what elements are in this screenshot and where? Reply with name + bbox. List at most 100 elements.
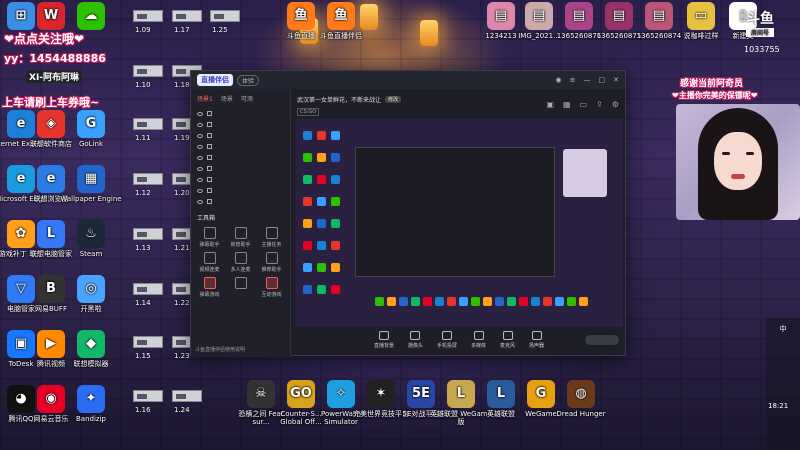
douyu-companion-icon: 鱼 (327, 2, 355, 30)
visibility-icon[interactable] (197, 155, 203, 160)
tool-button[interactable]: 多人连麦 (226, 252, 255, 273)
desktop-icon[interactable]: 鱼斗鱼直播伴侣 (310, 2, 372, 40)
thumbnail-label: 1.20 (174, 189, 190, 197)
photo-thumbnail-icon[interactable] (133, 390, 163, 402)
stream-preview[interactable] (295, 119, 623, 327)
source-row[interactable] (191, 130, 290, 141)
source-row[interactable] (191, 174, 290, 185)
desktop-icon-label: 开黑啦 (80, 305, 102, 313)
visibility-icon[interactable] (197, 199, 203, 204)
control-button[interactable]: 麦克风 (500, 331, 515, 349)
preview-app-icon (375, 297, 384, 306)
layout-icon[interactable]: ▣ (546, 100, 554, 109)
tool-button[interactable]: 房管助手 (226, 227, 255, 248)
desktop-icon[interactable]: ☁ (60, 2, 122, 32)
tab-add[interactable]: 可添 (241, 94, 253, 103)
photo-thumbnail-icon[interactable] (133, 118, 163, 130)
desktop-icon[interactable]: ◎ 开黑啦 (60, 275, 122, 313)
preview-app-icon (303, 263, 312, 272)
desktop-icon[interactable]: ♨ Steam (60, 220, 122, 258)
overlay-badge: XI-阿布阿琳 (26, 70, 83, 83)
screen-icon[interactable]: ▭ (580, 100, 588, 109)
douyu-companion-window[interactable]: 直播伴侣 体验 ◉ ≡ — □ ✕ 场景1 场景 可添 工具箱 弹幕助手 房管助手… (190, 70, 626, 357)
photo-thumbnail-icon[interactable] (133, 173, 163, 185)
visibility-icon[interactable] (197, 177, 203, 182)
source-row[interactable] (191, 163, 290, 174)
avatar-icon[interactable]: ◉ (556, 76, 562, 84)
tool-label: 推荐助手 (261, 267, 282, 273)
source-row[interactable] (191, 196, 290, 207)
thumbnail-label: 1.25 (212, 26, 228, 34)
thumbnail-label: 1.16 (135, 406, 151, 414)
thumbnail-label: 1.21 (174, 244, 190, 252)
source-row[interactable] (191, 141, 290, 152)
window-titlebar[interactable]: 直播伴侣 体验 ◉ ≡ — □ ✕ (191, 71, 625, 89)
photo-thumbnail-icon[interactable] (133, 336, 163, 348)
edit-topic-button[interactable]: 修改 (385, 96, 402, 103)
preview-app-icon (317, 175, 326, 184)
visibility-icon[interactable] (197, 144, 203, 149)
desktop-icon[interactable]: G GoLink (60, 110, 122, 148)
maximize-icon[interactable]: □ (599, 76, 606, 84)
tool-icon (234, 252, 247, 264)
desktop-icon[interactable]: ✦ Bandizip (60, 385, 122, 423)
photo-thumbnail-icon[interactable] (133, 228, 163, 240)
desktop-icon[interactable]: ◆ 联想模拟器 (60, 330, 122, 368)
photo-thumbnail-icon[interactable] (172, 390, 202, 402)
visibility-icon[interactable] (197, 166, 203, 171)
tool-button[interactable]: 弹幕助手 (195, 227, 224, 248)
visibility-icon[interactable] (197, 111, 203, 116)
visibility-icon[interactable] (197, 122, 203, 127)
photo-thumbnail-icon[interactable] (133, 283, 163, 295)
settings-icon[interactable]: ⚙ (612, 100, 619, 109)
share-icon[interactable]: ⇪ (596, 100, 603, 109)
visibility-icon[interactable] (197, 133, 203, 138)
tool-button[interactable]: 互动游戏 (257, 277, 286, 298)
tray-item[interactable]: 中 (766, 324, 800, 334)
tool-button[interactable] (226, 277, 255, 298)
photo-thumbnail-icon[interactable] (210, 10, 240, 22)
preview-app-icon (483, 297, 492, 306)
start-live-button[interactable] (585, 335, 619, 345)
preview-app-icon (317, 241, 326, 250)
photo-thumbnail-icon[interactable] (133, 10, 163, 22)
tool-button[interactable]: 视频连麦 (195, 252, 224, 273)
control-button[interactable]: 扬声器 (529, 331, 544, 349)
control-button[interactable]: 直播背景 (374, 331, 394, 349)
control-button[interactable]: 多媒体 (471, 331, 486, 349)
category-badge[interactable]: CS:GO (297, 108, 320, 116)
photo-thumbnail-icon[interactable] (172, 10, 202, 22)
usage-note[interactable]: 斗鱼直播伴侣使用说明 (195, 346, 245, 353)
tab-scene-1[interactable]: 场景1 (197, 94, 213, 103)
preview-app-icon (317, 197, 326, 206)
menu-icon[interactable]: ≡ (570, 76, 576, 84)
close-icon[interactable]: ✕ (613, 76, 619, 84)
minimize-icon[interactable]: — (584, 76, 591, 84)
source-row[interactable] (191, 152, 290, 163)
tab-scene[interactable]: 场景 (221, 94, 233, 103)
grid-icon[interactable]: ▦ (563, 100, 571, 109)
preview-app-icon (331, 131, 340, 140)
overlay-follow-text: ❤点点关注哦❤ (4, 32, 85, 46)
photo-icon: ▤ (645, 2, 673, 30)
desktop-icon-label: 联想模拟器 (73, 360, 109, 368)
control-button[interactable]: 摄像头 (408, 331, 423, 349)
control-icon (410, 331, 421, 340)
visibility-icon[interactable] (197, 188, 203, 193)
tool-label: 弹幕游戏 (199, 292, 220, 298)
source-row[interactable] (191, 108, 290, 119)
tool-button[interactable]: 主播任务 (257, 227, 286, 248)
clock[interactable]: 18:21 (768, 402, 788, 410)
photo-thumbnail-icon[interactable] (133, 65, 163, 77)
tool-button[interactable]: 推荐助手 (257, 252, 286, 273)
source-icon (207, 177, 212, 182)
control-label: 摄像头 (407, 343, 423, 349)
control-button[interactable]: 手机投屏 (437, 331, 457, 349)
desktop-icon[interactable]: ◍ Dread Hunger (550, 380, 612, 418)
source-row[interactable] (191, 185, 290, 196)
thumbnail-label: 1.12 (135, 189, 151, 197)
desktop-icon[interactable]: ▦ Wallpaper Engine (60, 165, 122, 203)
tool-button[interactable]: 弹幕游戏 (195, 277, 224, 298)
preview-app-icon (331, 175, 340, 184)
source-row[interactable] (191, 119, 290, 130)
